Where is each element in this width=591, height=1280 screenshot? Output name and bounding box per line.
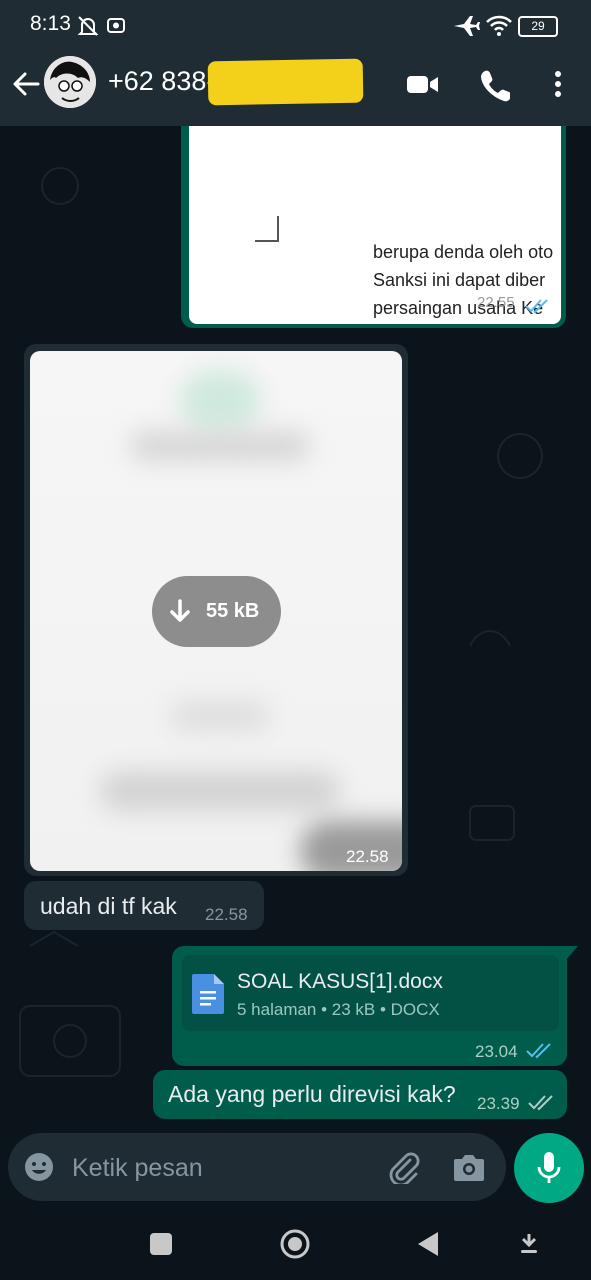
- status-time: 8:13: [30, 12, 71, 35]
- more-options-icon[interactable]: [548, 66, 568, 102]
- preview-text-line: persaingan usaha Ke: [373, 298, 544, 318]
- airplane-icon: [454, 16, 480, 36]
- message-time: 22.58: [346, 847, 389, 866]
- emoji-icon[interactable]: [23, 1151, 55, 1183]
- wifi-icon: [486, 15, 512, 36]
- preview-text-line: Sanksi ini dapat diber: [373, 270, 546, 290]
- mute-icon: [77, 16, 99, 36]
- image-preview[interactable]: berupa denda oleh oto Sanksi ini dapat d…: [189, 126, 561, 324]
- crop-corner-mark: [255, 216, 279, 242]
- avatar[interactable]: [44, 56, 96, 108]
- message-input[interactable]: [72, 1150, 372, 1186]
- home-button[interactable]: [279, 1228, 311, 1260]
- voice-call-icon[interactable]: [478, 66, 510, 102]
- document-name: SOAL KASUS[1].docx: [237, 970, 443, 993]
- delivered-ticks-icon: [528, 1095, 553, 1111]
- message-time: 23.39: [477, 1094, 520, 1113]
- battery-icon: 29: [518, 16, 558, 37]
- read-ticks-icon: [525, 299, 548, 314]
- hide-keyboard-button[interactable]: [517, 1232, 541, 1256]
- bubble-tail: [566, 946, 578, 960]
- redaction-highlight: [207, 58, 364, 106]
- notification-icon: [107, 18, 125, 33]
- microphone-icon: [537, 1152, 561, 1183]
- preview-text-line: berupa denda oleh oto: [373, 242, 554, 262]
- document-meta: 5 halaman • 23 kB • DOCX: [237, 1000, 440, 1019]
- message-text: Ada yang perlu direvisi kak?: [168, 1081, 456, 1107]
- message-time: 22.58: [205, 905, 248, 924]
- message-time: 23.04: [475, 1042, 518, 1061]
- camera-icon[interactable]: [452, 1151, 486, 1183]
- contact-name[interactable]: +62 838-: [108, 66, 215, 97]
- attachment-icon[interactable]: [386, 1150, 420, 1184]
- download-size: 55 kB: [206, 600, 260, 622]
- recent-apps-button[interactable]: [150, 1233, 172, 1255]
- download-arrow-icon: [170, 599, 190, 622]
- back-arrow-icon[interactable]: [10, 66, 42, 102]
- back-button[interactable]: [416, 1230, 442, 1258]
- message-time: 22.55: [477, 294, 515, 311]
- message-text: udah di tf kak: [40, 893, 177, 919]
- document-file-icon: [192, 974, 224, 1014]
- read-ticks-icon: [526, 1043, 551, 1059]
- video-call-icon[interactable]: [404, 66, 440, 102]
